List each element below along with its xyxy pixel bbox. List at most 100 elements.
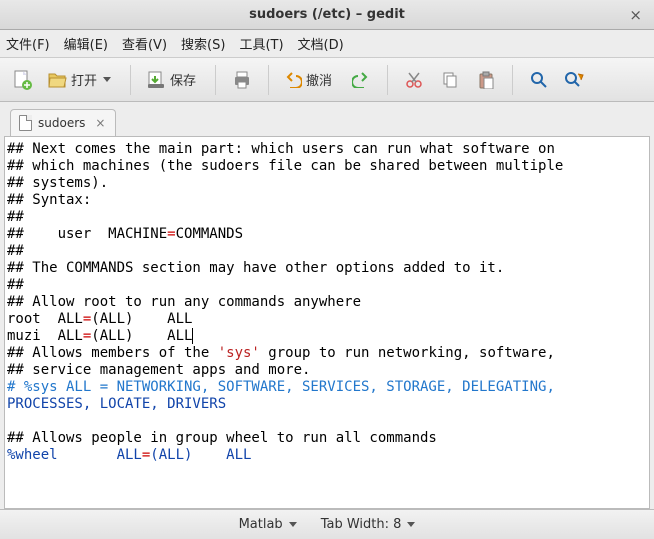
editor-line: ## The COMMANDS section may have other o… — [7, 260, 647, 277]
separator — [512, 65, 513, 95]
code-token: PROCESSES, LOCATE, DRIVERS — [7, 396, 226, 412]
code-token: # %sys ALL = NETWORKING, SOFTWARE, SERVI… — [7, 379, 555, 395]
new-file-icon — [12, 69, 32, 91]
separator — [268, 65, 269, 95]
editor-line: muzi ALL=(ALL) ALL — [7, 328, 647, 345]
cut-button[interactable] — [398, 64, 430, 96]
tab-label: sudoers — [38, 116, 85, 130]
find-replace-button[interactable] — [559, 64, 591, 96]
editor-line: %wheel ALL=(ALL) ALL — [7, 447, 647, 464]
editor-line: ## which machines (the sudoers file can … — [7, 158, 647, 175]
editor-line: ## Syntax: — [7, 192, 647, 209]
code-token: ## Allows people in group wheel to run a… — [7, 430, 437, 446]
editor-area[interactable]: ## Next comes the main part: which users… — [4, 136, 650, 509]
open-label: 打开 — [71, 70, 97, 89]
code-token: ## service management apps and more. — [7, 362, 310, 378]
undo-label: 撤消 — [306, 70, 332, 89]
save-icon — [146, 70, 166, 90]
editor-line: ## — [7, 243, 647, 260]
editor-line: ## Allows people in group wheel to run a… — [7, 430, 647, 447]
chevron-down-icon — [289, 522, 297, 527]
redo-button[interactable] — [345, 64, 377, 96]
text-cursor — [192, 328, 193, 344]
status-tabwidth[interactable]: Tab Width: 8 — [321, 517, 416, 532]
code-token: = — [167, 226, 175, 242]
status-language-label: Matlab — [239, 517, 283, 532]
menubar: 文件(F) 编辑(E) 查看(V) 搜索(S) 工具(T) 文档(D) — [0, 30, 654, 58]
status-tabwidth-label: Tab Width: 8 — [321, 517, 402, 532]
code-token: (ALL) ALL — [91, 328, 192, 344]
menu-tools[interactable]: 工具(T) — [239, 34, 283, 53]
window-title: sudoers (/etc) – gedit — [249, 7, 405, 22]
menu-view[interactable]: 查看(V) — [122, 34, 167, 53]
close-icon[interactable]: × — [629, 6, 642, 24]
open-button[interactable]: 打开 — [42, 64, 120, 96]
statusbar: Matlab Tab Width: 8 — [0, 509, 654, 539]
code-token: ## — [7, 243, 24, 259]
menu-file[interactable]: 文件(F) — [6, 34, 50, 53]
code-token: COMMANDS — [176, 226, 243, 242]
code-token: ## which machines (the sudoers file can … — [7, 158, 563, 174]
code-token: ## — [7, 209, 24, 225]
status-language[interactable]: Matlab — [239, 517, 297, 532]
code-token: ## Next comes the main part: which users… — [7, 141, 555, 157]
chevron-down-icon — [103, 77, 111, 82]
toolbar: 打开 保存 撤消 — [0, 58, 654, 102]
chevron-down-icon — [407, 522, 415, 527]
code-token: root ALL — [7, 311, 83, 327]
save-button[interactable]: 保存 — [141, 64, 205, 96]
editor-line: # %sys ALL = NETWORKING, SOFTWARE, SERVI… — [7, 379, 647, 396]
editor-line: ## service management apps and more. — [7, 362, 647, 379]
editor-line: ## — [7, 277, 647, 294]
editor-line: ## systems). — [7, 175, 647, 192]
paste-button[interactable] — [470, 64, 502, 96]
redo-icon — [352, 72, 370, 88]
file-icon — [19, 115, 32, 131]
code-token: ## The COMMANDS section may have other o… — [7, 260, 504, 276]
new-button[interactable] — [6, 64, 38, 96]
paste-icon — [477, 71, 495, 89]
copy-button[interactable] — [434, 64, 466, 96]
code-token: ## Syntax: — [7, 192, 91, 208]
separator — [215, 65, 216, 95]
editor-line: root ALL=(ALL) ALL — [7, 311, 647, 328]
print-button[interactable] — [226, 64, 258, 96]
copy-icon — [441, 71, 459, 89]
save-label: 保存 — [170, 70, 196, 89]
code-token: ## Allows members of the — [7, 345, 218, 361]
find-button[interactable] — [523, 64, 555, 96]
editor-line: ## Allow root to run any commands anywhe… — [7, 294, 647, 311]
menu-search[interactable]: 搜索(S) — [181, 34, 225, 53]
code-token: ## user MACHINE — [7, 226, 167, 242]
tabbar: sudoers × — [0, 102, 654, 136]
editor-line: PROCESSES, LOCATE, DRIVERS — [7, 396, 647, 413]
menu-edit[interactable]: 编辑(E) — [64, 34, 108, 53]
undo-icon — [284, 72, 302, 88]
editor-line: ## Next comes the main part: which users… — [7, 141, 647, 158]
code-token: (ALL) ALL — [91, 311, 192, 327]
code-token: ## systems). — [7, 175, 108, 191]
separator — [130, 65, 131, 95]
tab-close-icon[interactable]: × — [95, 116, 105, 130]
editor-line: ## — [7, 209, 647, 226]
tab-sudoers[interactable]: sudoers × — [10, 109, 116, 137]
code-token: 'sys' — [218, 345, 260, 361]
code-token: %wheel ALL — [7, 447, 142, 463]
open-folder-icon — [47, 71, 67, 89]
code-token: muzi ALL — [7, 328, 83, 344]
code-token: ## Allow root to run any commands anywhe… — [7, 294, 361, 310]
titlebar: sudoers (/etc) – gedit × — [0, 0, 654, 30]
code-token: group to run networking, software, — [260, 345, 555, 361]
search-icon — [529, 70, 549, 90]
code-token: ## — [7, 277, 24, 293]
editor-line: ## Allows members of the 'sys' group to … — [7, 345, 647, 362]
editor-line — [7, 413, 647, 430]
separator — [387, 65, 388, 95]
scissors-icon — [405, 71, 423, 89]
print-icon — [232, 70, 252, 90]
undo-button[interactable]: 撤消 — [279, 64, 341, 96]
code-token: (ALL) ALL — [150, 447, 251, 463]
find-replace-icon — [564, 70, 586, 90]
editor-line: ## user MACHINE=COMMANDS — [7, 226, 647, 243]
menu-documents[interactable]: 文档(D) — [298, 34, 344, 53]
